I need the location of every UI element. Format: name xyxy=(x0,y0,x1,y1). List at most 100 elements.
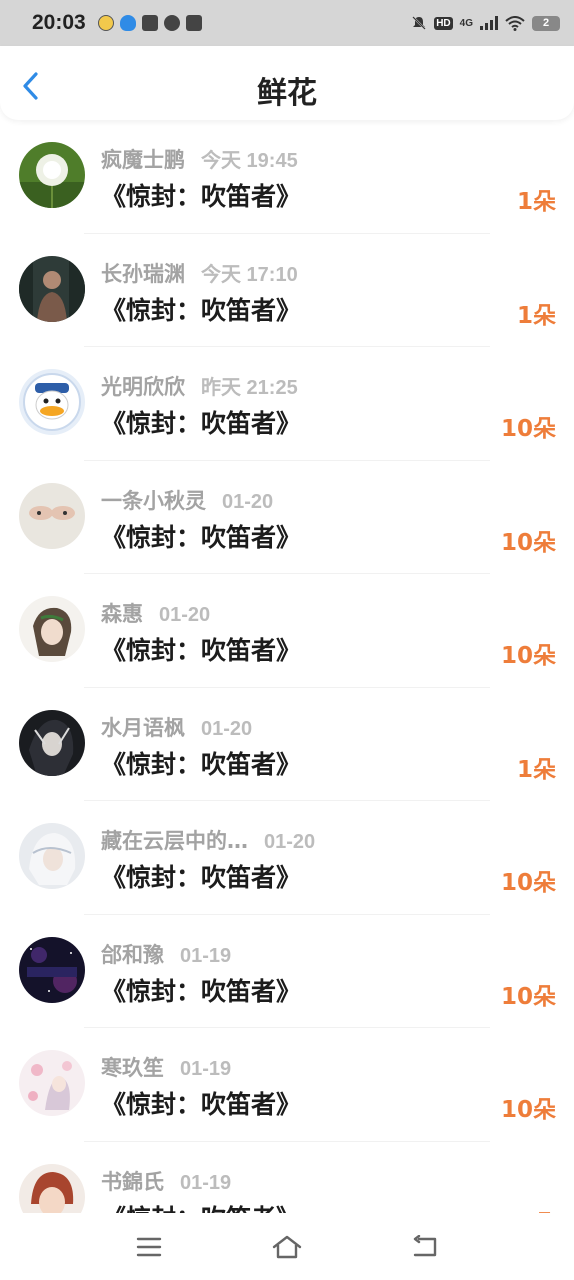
page-title: 鲜花 xyxy=(257,76,317,111)
username: 光明欣欣 昨天 21:25 xyxy=(101,371,298,401)
flower-count: 10朵 xyxy=(500,870,556,896)
username: 一条小秋灵 01-20 xyxy=(101,485,273,515)
book-title: 《惊封：吹笛者》 xyxy=(101,976,302,1006)
avatar[interactable] xyxy=(19,369,85,435)
username: 水月语枫 01-20 xyxy=(101,712,252,742)
header: 鲜花 xyxy=(0,46,574,120)
battery-indicator: 2 xyxy=(532,15,560,31)
avatar[interactable] xyxy=(19,596,85,662)
username: 疯魔士鹏 今天 19:45 xyxy=(101,144,298,174)
duck-avatar-image xyxy=(19,369,85,435)
back-nav-button[interactable] xyxy=(405,1227,445,1267)
avatar[interactable] xyxy=(19,255,85,322)
home-button[interactable] xyxy=(267,1227,307,1267)
mute-bell-icon xyxy=(412,16,426,30)
book-title: 《惊封：吹笛者》 xyxy=(101,182,302,211)
flower-count: 10朵 xyxy=(501,1204,556,1214)
red-hair-avatar-image xyxy=(19,1163,85,1213)
timestamp: 01-19 xyxy=(180,944,232,967)
dandelion-avatar-image xyxy=(19,142,85,208)
notification-icons xyxy=(97,15,202,31)
menu-icon xyxy=(136,1237,162,1256)
book-title: 《惊封：吹笛者》 xyxy=(101,1090,302,1119)
play-icon xyxy=(141,15,158,31)
list-item[interactable]: 一条小秋灵 01-20 《惊封：吹笛者》 10朵 xyxy=(0,461,574,574)
avatar[interactable] xyxy=(19,1163,85,1213)
book-title: 《惊封：吹笛者》 xyxy=(101,863,302,892)
white-hair-avatar-image xyxy=(19,823,85,889)
timestamp: 01-19 xyxy=(180,1058,232,1080)
network-type: 4G xyxy=(459,17,473,29)
book-title: 《惊封：吹笛者》 xyxy=(101,636,302,665)
username-text: 光明欣欣 xyxy=(101,375,185,399)
username: 郃和豫 01-19 xyxy=(101,939,231,969)
list-item[interactable]: 郃和豫 01-19 《惊封：吹笛者》 10朵 xyxy=(0,915,574,1028)
username: 藏在云层中的… 01-20 xyxy=(101,825,315,855)
avatar[interactable] xyxy=(19,936,85,1003)
home-icon xyxy=(272,1235,302,1258)
menu-button[interactable] xyxy=(129,1227,169,1267)
list-item[interactable]: 书錦氏 01-19 《惊封：吹笛者》 10朵 xyxy=(0,1142,574,1214)
flower-count: 10朵 xyxy=(500,983,556,1010)
timestamp: 01-19 xyxy=(180,1171,232,1194)
list-item[interactable]: 光明欣欣 昨天 21:25 《惊封：吹笛者》 10朵 xyxy=(0,347,574,461)
username-text: 长孙瑞渊 xyxy=(101,261,185,286)
username-text: 水月语枫 xyxy=(101,715,185,740)
status-bar: 20:03 HD 4G 2 xyxy=(0,0,574,46)
flower-record-list: 疯魔士鹏 今天 19:45 《惊封：吹笛者》 1朵 长孙瑞渊 今天 17:10 《惊… xyxy=(0,120,574,1213)
timestamp: 01-20 xyxy=(264,831,316,853)
timestamp: 01-20 xyxy=(201,717,253,740)
system-icons: HD 4G 2 xyxy=(411,15,560,31)
galaxy-avatar-image xyxy=(19,936,85,1003)
book-title: 《惊封：吹笛者》 xyxy=(101,1199,301,1214)
flower-count: 10朵 xyxy=(500,643,556,669)
list-item[interactable]: 疯魔士鹏 今天 19:45 《惊封：吹笛者》 1朵 xyxy=(0,120,574,234)
dark-anime-avatar-image xyxy=(19,709,85,776)
username-text: 森惠 xyxy=(101,602,143,626)
list-item[interactable]: 寒玖笙 01-19 《惊封：吹笛者》 10朵 xyxy=(0,1028,574,1142)
avatar[interactable] xyxy=(19,823,85,889)
list-item[interactable]: 水月语枫 01-20 《惊封：吹笛者》 1朵 xyxy=(0,688,574,801)
list-item[interactable]: 藏在云层中的… 01-20 《惊封：吹笛者》 10朵 xyxy=(0,801,574,915)
username-text: 藏在云层中的… xyxy=(101,829,248,853)
flower-count: 1朵 xyxy=(516,756,556,783)
back-icon xyxy=(413,1234,437,1256)
username-text: 一条小秋灵 xyxy=(101,488,206,513)
timestamp: 昨天 21:25 xyxy=(201,377,298,399)
avatar[interactable] xyxy=(19,1050,85,1116)
book-title: 《惊封：吹笛者》 xyxy=(101,522,302,552)
avatar[interactable] xyxy=(19,482,85,549)
list-item[interactable]: 森惠 01-20 《惊封：吹笛者》 10朵 xyxy=(0,574,574,688)
username-text: 疯魔士鹏 xyxy=(101,148,185,172)
book-title: 《惊封：吹笛者》 xyxy=(101,749,302,779)
sakura-avatar-image xyxy=(19,1050,85,1116)
username: 寒玖笙 01-19 xyxy=(101,1052,231,1082)
book-title: 《惊封：吹笛者》 xyxy=(101,295,302,325)
system-navigation-bar xyxy=(0,1213,574,1280)
signal-bars-icon xyxy=(480,16,498,30)
anime-avatar-image xyxy=(19,596,85,662)
flower-count: 10朵 xyxy=(500,529,556,556)
screen: 20:03 HD 4G 2 鲜花 疯魔士鹏 今天 19:45 《惊封：吹笛者》 … xyxy=(0,0,574,1280)
timestamp: 今天 17:10 xyxy=(201,263,298,286)
timestamp: 今天 19:45 xyxy=(201,150,298,172)
hd-badge: HD xyxy=(434,16,453,30)
username-text: 郃和豫 xyxy=(101,942,164,967)
avatar[interactable] xyxy=(19,709,85,776)
qq-icon xyxy=(119,15,136,31)
wifi-icon xyxy=(505,15,525,31)
username: 书錦氏 01-19 xyxy=(101,1166,231,1196)
cloud-icon xyxy=(163,15,180,31)
book-icon xyxy=(185,15,202,31)
flower-count: 10朵 xyxy=(500,1097,556,1123)
avatar[interactable] xyxy=(19,142,85,208)
username: 长孙瑞渊 今天 17:10 xyxy=(101,258,298,288)
username: 森惠 01-20 xyxy=(101,598,210,628)
person-avatar-image xyxy=(19,255,85,322)
status-time: 20:03 xyxy=(32,11,86,34)
book-title: 《惊封：吹笛者》 xyxy=(101,409,302,438)
flower-count: 1朵 xyxy=(516,189,556,215)
list-item[interactable]: 长孙瑞渊 今天 17:10 《惊封：吹笛者》 1朵 xyxy=(0,234,574,347)
timestamp: 01-20 xyxy=(159,604,211,626)
flower-count: 1朵 xyxy=(516,302,556,329)
